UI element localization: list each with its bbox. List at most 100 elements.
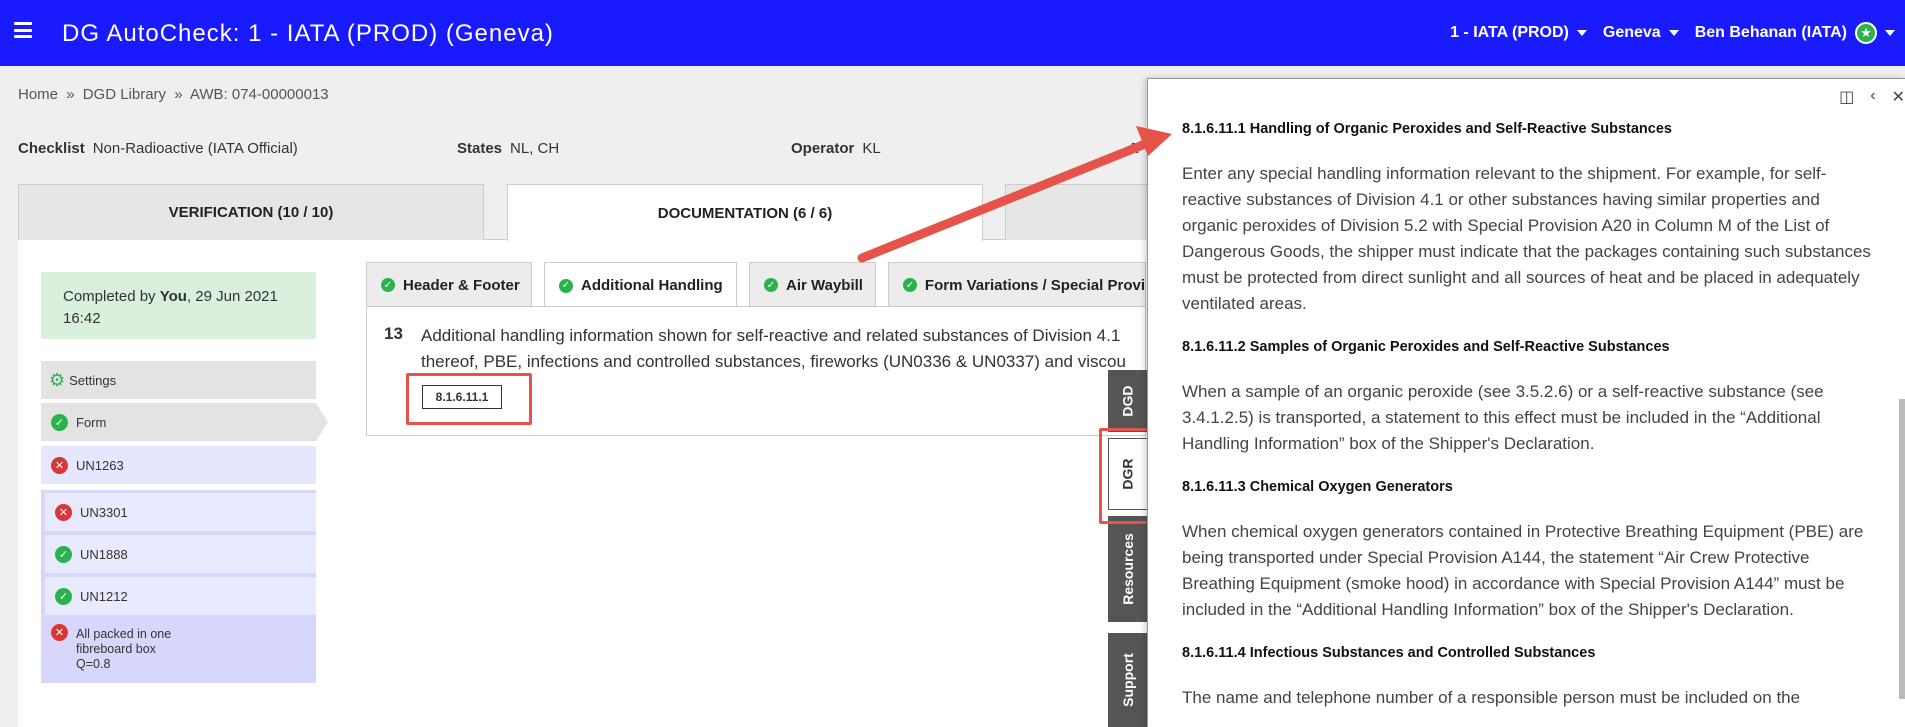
split-view-icon[interactable]: ◫ <box>1839 87 1854 107</box>
check-circle-icon: ✓ <box>51 413 68 431</box>
check-circle-icon: ✓ <box>764 278 778 292</box>
sidebar-item-label: UN3301 <box>80 504 128 520</box>
org-menu[interactable]: 1 - IATA (PROD) <box>1450 24 1587 42</box>
tab-documentation[interactable]: DOCUMENTATION (6 / 6) <box>507 184 983 241</box>
star-icon: ★ <box>1855 22 1877 44</box>
user-menu[interactable]: Ben Behanan (IATA) ★ <box>1695 22 1895 44</box>
subtab-label: Form Variations / Special Provi <box>924 276 1145 294</box>
tab-verification-label: VERIFICATION (10 / 10) <box>168 204 334 221</box>
completed-time: 16:42 <box>63 310 101 327</box>
operator-info: Operator KL <box>791 140 881 157</box>
states-info: States NL, CH <box>457 140 559 157</box>
top-bar: DG AutoCheck: 1 - IATA (PROD) (Geneva) 1… <box>0 0 1905 66</box>
completed-prefix: Completed by <box>63 288 160 305</box>
breadcrumb-home[interactable]: Home <box>18 86 58 103</box>
drawer-scrollbar[interactable] <box>1899 399 1905 699</box>
section-text: When a sample of an organic peroxide (se… <box>1182 382 1824 453</box>
section-heading: 8.1.6.11.2 Samples of Organic Peroxides … <box>1182 339 1670 355</box>
breadcrumb-dgd-library[interactable]: DGD Library <box>83 86 166 103</box>
section-heading: 8.1.6.11.4 Infectious Substances and Con… <box>1182 645 1596 661</box>
checklist-info: Checklist Non-Radioactive (IATA Official) <box>18 140 298 157</box>
checklist-label: Checklist <box>18 140 85 157</box>
annotation-highlight <box>406 373 532 425</box>
check-circle-icon: ✓ <box>559 278 573 293</box>
app-title: DG AutoCheck: 1 - IATA (PROD) (Geneva) <box>62 20 554 47</box>
breadcrumb-separator: » <box>174 86 183 103</box>
location-menu[interactable]: Geneva <box>1603 24 1679 42</box>
side-tab-label: Resources <box>1120 533 1136 605</box>
x-circle-icon: ✕ <box>55 503 72 521</box>
note-line: Q=0.8 <box>76 657 111 671</box>
sidebar-item-label: Form <box>76 414 107 430</box>
drawer-content: 8.1.6.11.1 Handling of Organic Peroxides… <box>1182 121 1872 727</box>
operator-value: KL <box>862 140 881 157</box>
caret-down-icon <box>1668 30 1679 36</box>
check-circle-icon: ✓ <box>55 545 72 563</box>
caret-down-icon <box>1885 30 1895 36</box>
org-menu-label: 1 - IATA (PROD) <box>1450 24 1569 41</box>
subtab-additional-handling[interactable]: ✓ Additional Handling <box>544 262 737 308</box>
operator-label: Operator <box>791 140 855 157</box>
gears-icon: ⚙ <box>49 369 66 390</box>
completed-date: , 29 Jun 2021 <box>186 288 278 305</box>
check-circle-icon: ✓ <box>381 278 395 292</box>
item-description-line: thereof, PBE, infections and controlled … <box>421 352 1126 371</box>
states-value: NL, CH <box>510 140 560 157</box>
subtab-label: Header & Footer <box>403 276 520 294</box>
subtab-label: Additional Handling <box>581 277 723 294</box>
side-tab-label: Support <box>1120 653 1136 707</box>
note-line: fibreboard box <box>76 642 156 656</box>
extra-info: A <box>1128 140 1147 157</box>
chevron-left-icon[interactable]: ‹ <box>1870 87 1875 107</box>
breadcrumb-separator: » <box>66 86 75 103</box>
tab-other[interactable] <box>1005 184 1150 240</box>
side-tab-resources[interactable]: Resources <box>1108 516 1148 622</box>
sidebar-item-label: Settings <box>69 372 117 388</box>
note-line: All packed in one <box>76 627 172 641</box>
checklist-value: Non-Radioactive (IATA Official) <box>92 140 298 157</box>
sidebar-item-un1263[interactable]: ✕ UN1263 <box>41 446 316 484</box>
subtab-label: Air Waybill <box>786 276 863 294</box>
side-tab-label: DGD <box>1120 385 1136 417</box>
active-arrow <box>316 403 328 441</box>
section-text: When chemical oxygen generators containe… <box>1182 522 1864 619</box>
reference-drawer: ◫ ‹ ✕ 8.1.6.11.1 Handling of Organic Per… <box>1147 78 1905 727</box>
section-text: The name and telephone number of a respo… <box>1182 688 1801 707</box>
item-number: 13 <box>384 324 403 343</box>
completed-by: You <box>159 288 187 305</box>
sidebar-item-form[interactable]: ✓ Form <box>41 403 328 441</box>
close-icon[interactable]: ✕ <box>1892 87 1905 107</box>
breadcrumb: Home » DGD Library » AWB: 074-00000013 <box>18 86 333 103</box>
subtab-header-footer[interactable]: ✓ Header & Footer <box>366 262 532 307</box>
check-circle-icon: ✓ <box>903 278 917 292</box>
subtab-air-waybill[interactable]: ✓ Air Waybill <box>749 262 876 307</box>
sidebar-item-un1888[interactable]: ✓ UN1888 <box>45 535 316 573</box>
drawer-toolbar: ◫ ‹ ✕ <box>1839 87 1905 107</box>
sidebar-item-settings[interactable]: ⚙ Settings <box>41 361 316 399</box>
completed-status: Completed by You, 29 Jun 2021 16:42 <box>41 272 316 339</box>
sidebar-item-un1212[interactable]: ✓ UN1212 <box>45 577 316 615</box>
section-heading: 8.1.6.11.1 Handling of Organic Peroxides… <box>1182 121 1672 137</box>
sidebar-item-label: UN1263 <box>76 457 124 473</box>
tab-verification[interactable]: VERIFICATION (10 / 10) <box>18 184 484 240</box>
caret-down-icon <box>1576 30 1587 36</box>
sidebar-item-un3301[interactable]: ✕ UN3301 <box>45 493 316 531</box>
item-description: Additional handling information shown fo… <box>421 323 1146 375</box>
states-label: States <box>457 140 503 157</box>
breadcrumb-awb: AWB: 074-00000013 <box>189 86 329 103</box>
section-text: Enter any special handling information r… <box>1182 164 1871 313</box>
user-menu-label: Ben Behanan (IATA) <box>1694 24 1847 41</box>
sidebar-item-label: UN1888 <box>80 546 128 562</box>
section-heading: 8.1.6.11.3 Chemical Oxygen Generators <box>1182 479 1453 495</box>
sidebar-note: ✕ All packed in one fibreboard box Q=0.8 <box>41 624 316 680</box>
x-circle-icon: ✕ <box>51 624 68 641</box>
location-menu-label: Geneva <box>1602 24 1661 41</box>
hamburger-icon[interactable] <box>14 22 32 38</box>
extra-label: A <box>1128 140 1139 157</box>
sidebar-item-label: UN1212 <box>80 588 128 604</box>
x-circle-icon: ✕ <box>51 456 68 474</box>
subtab-form-variations[interactable]: ✓ Form Variations / Special Provi <box>888 262 1146 307</box>
side-tab-support[interactable]: Support <box>1108 633 1148 727</box>
tab-documentation-label: DOCUMENTATION (6 / 6) <box>657 204 833 222</box>
side-tab-dgd[interactable]: DGD <box>1108 370 1148 432</box>
